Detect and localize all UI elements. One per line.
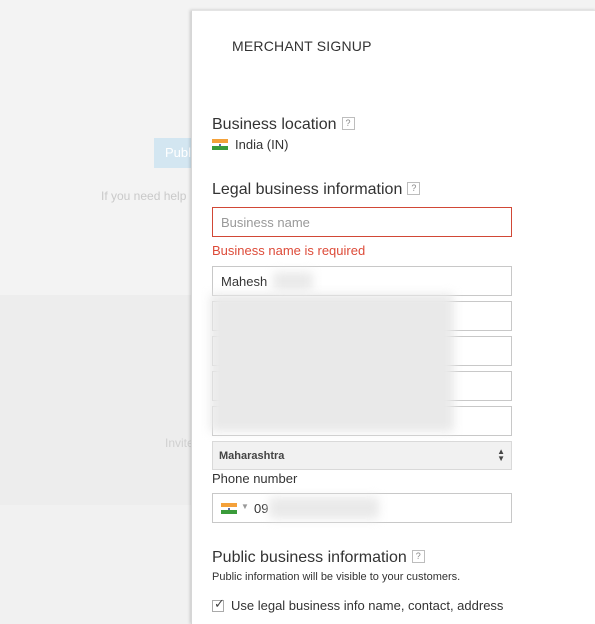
business-name-error: Business name is required — [212, 243, 366, 258]
phone-number-input[interactable]: ▼ 09 — [212, 493, 512, 523]
background-help-text: If you need help — [101, 189, 187, 203]
india-flag-icon — [212, 139, 228, 150]
dialog-title: MERCHANT SIGNUP — [232, 38, 372, 54]
legal-business-heading: Legal business information? — [212, 181, 421, 199]
business-location-heading: Business location? — [212, 116, 355, 134]
public-business-heading: Public business information? — [212, 549, 425, 567]
redacted-phone — [269, 497, 379, 519]
chevron-down-icon[interactable]: ▼ — [241, 502, 249, 511]
phone-number-label: Phone number — [212, 471, 298, 486]
use-legal-info-checkbox[interactable]: ✓ — [212, 596, 225, 612]
business-name-placeholder: Business name — [221, 215, 310, 230]
help-icon[interactable]: ? — [341, 117, 355, 131]
business-location-country: India (IN) — [212, 137, 288, 152]
business-location-heading-text: Business location — [212, 116, 337, 133]
background-invite-text: Invite — [165, 436, 194, 450]
phone-number-value: 09 — [254, 501, 269, 516]
redacted-area — [273, 272, 313, 290]
state-select-value: Maharashtra — [219, 450, 285, 462]
dropdown-arrows-icon: ▲ ▼ — [497, 447, 505, 463]
country-label: India (IN) — [235, 137, 289, 152]
redacted-address-area — [210, 294, 454, 432]
legal-business-heading-text: Legal business information — [212, 181, 403, 198]
help-icon[interactable]: ? — [407, 182, 421, 196]
contact-name-value: Mahesh — [221, 274, 268, 289]
use-legal-info-label: Use legal business info name, contact, a… — [231, 598, 504, 613]
help-icon[interactable]: ? — [411, 550, 425, 564]
public-business-heading-text: Public business information — [212, 549, 407, 566]
contact-name-input[interactable]: Mahesh — [212, 266, 512, 296]
india-flag-icon[interactable] — [221, 503, 237, 514]
state-select[interactable]: Maharashtra ▲ ▼ — [212, 441, 512, 470]
merchant-signup-dialog: MERCHANT SIGNUP Business location? India… — [191, 10, 595, 624]
check-icon: ✓ — [214, 595, 225, 611]
business-name-input[interactable]: Business name — [212, 207, 512, 237]
use-legal-info-row[interactable]: ✓ Use legal business info name, contact,… — [212, 596, 504, 613]
public-info-description: Public information will be visible to yo… — [212, 571, 461, 583]
